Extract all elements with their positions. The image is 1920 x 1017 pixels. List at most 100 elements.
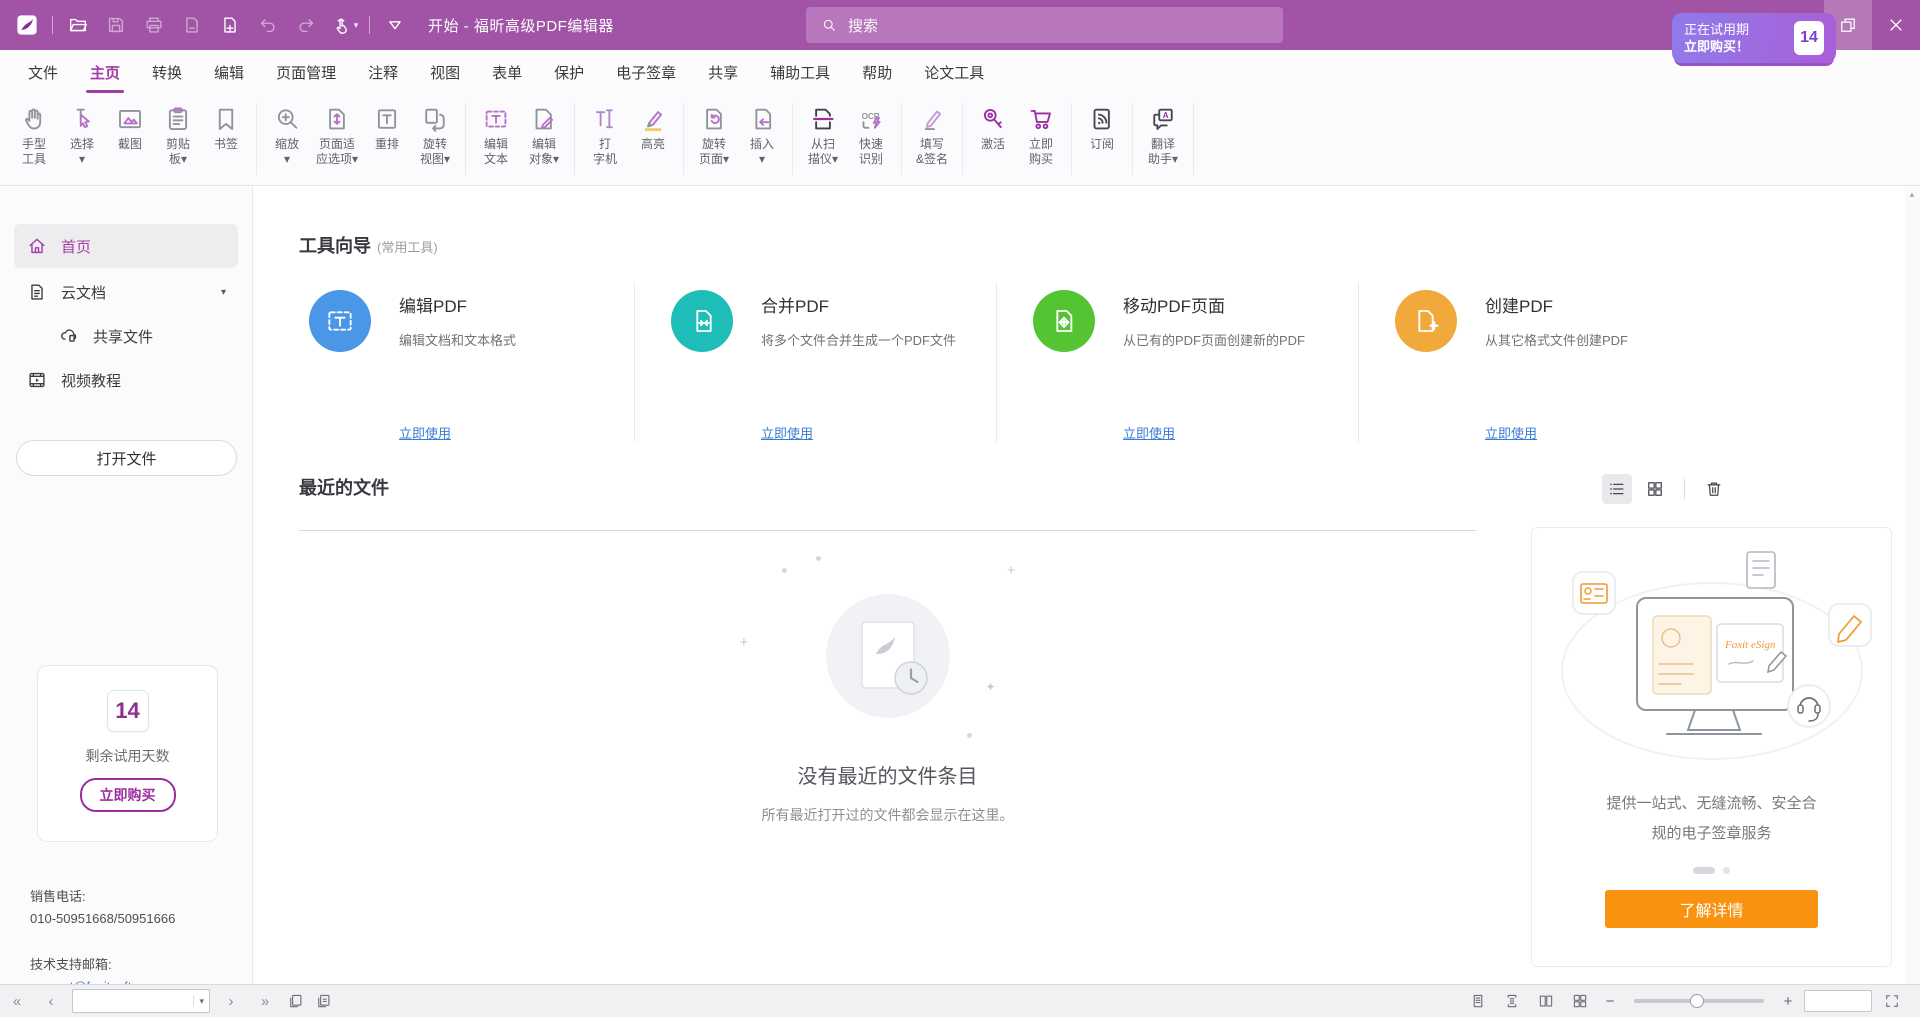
menu-item-paper-tools[interactable]: 论文工具 — [908, 50, 1000, 95]
toolbar-group-8: 订阅 — [1072, 103, 1133, 175]
redo-button[interactable] — [287, 7, 325, 43]
menu-item-page-manage[interactable]: 页面管理 — [260, 50, 352, 95]
previous-page-button[interactable]: ‹ — [34, 993, 68, 1010]
next-page-button[interactable]: › — [214, 993, 248, 1010]
single-page-view-button[interactable] — [1464, 989, 1492, 1013]
last-page-button[interactable]: » — [248, 993, 282, 1010]
carousel-dot[interactable] — [1723, 867, 1730, 874]
zoom-in-button[interactable]: + — [1778, 993, 1798, 1010]
toolbar-from-scanner-button[interactable]: 从扫描仪▾ — [801, 103, 845, 167]
toolbar-reflow-button[interactable]: 重排 — [365, 103, 409, 152]
toolbar-rotate-view-button[interactable]: 旋转视图▾ — [413, 103, 457, 167]
zoom-slider-handle[interactable] — [1690, 994, 1704, 1008]
zoom-out-button[interactable]: − — [1600, 993, 1620, 1010]
edit-object-icon-wrap — [528, 103, 560, 135]
app-logo-icon[interactable] — [10, 7, 44, 43]
learn-more-button[interactable]: 了解详情 — [1605, 890, 1818, 928]
first-page-button[interactable]: « — [0, 993, 34, 1010]
collapse-ribbon-button[interactable] — [376, 7, 414, 43]
menu-item-file[interactable]: 文件 — [12, 50, 74, 95]
zoom-value-box[interactable] — [1804, 990, 1872, 1012]
print-button[interactable] — [135, 7, 173, 43]
toolbar-buy-now-button[interactable]: 立即购买 — [1019, 103, 1063, 167]
continuous-view-button[interactable] — [1498, 989, 1526, 1013]
menu-item-share[interactable]: 共享 — [692, 50, 754, 95]
toolbar-edit-text-button[interactable]: 编辑文本 — [474, 103, 518, 167]
open-file-button[interactable]: 打开文件 — [16, 440, 237, 476]
toolbar-group-4: 旋转页面▾插入▾ — [684, 103, 793, 175]
menu-item-convert[interactable]: 转换 — [136, 50, 198, 95]
sidebar-item-cloud-docs[interactable]: 云文档 ▾ — [14, 270, 238, 314]
sidebar-item-home[interactable]: 首页 — [14, 224, 238, 268]
facing-view-button[interactable] — [1532, 989, 1560, 1013]
page-number-input[interactable] — [73, 992, 193, 1010]
toolbar-edit-object-button[interactable]: 编辑对象▾ — [522, 103, 566, 167]
list-view-button[interactable] — [1602, 474, 1632, 504]
buy-now-button[interactable]: 立即购买 — [80, 778, 176, 812]
toolbar-label-line: 文本 — [484, 152, 508, 167]
undo-button[interactable] — [249, 7, 287, 43]
card-title: 编辑PDF — [399, 292, 516, 317]
edit-pdf-use-now-link[interactable]: 立即使用 — [399, 423, 451, 442]
menu-item-protect[interactable]: 保护 — [538, 50, 600, 95]
menu-item-accessibility[interactable]: 辅助工具 — [754, 50, 846, 95]
card-text: 移动PDF页面从已有的PDF页面创建新的PDF — [1123, 282, 1305, 352]
sidebar-item-shared-files[interactable]: 共享文件 — [14, 316, 238, 356]
carousel-dot-active[interactable] — [1693, 867, 1715, 874]
toolbar-translate-assistant-button[interactable]: A翻译助手▾ — [1141, 103, 1185, 167]
fullscreen-button[interactable] — [1878, 989, 1906, 1013]
menu-item-form[interactable]: 表单 — [476, 50, 538, 95]
toolbar-zoom-button[interactable]: 缩放▾ — [265, 103, 309, 167]
toolbar-subscribe-button[interactable]: 订阅 — [1080, 103, 1124, 152]
toolbar-typewriter-button[interactable]: 打字机 — [583, 103, 627, 167]
sidebar-item-video-tutorials[interactable]: 视频教程 — [14, 358, 238, 402]
toolbar-rotate-pages-button[interactable]: 旋转页面▾ — [692, 103, 736, 167]
page-layout-a-button[interactable] — [282, 989, 310, 1013]
toolbar-highlight-button[interactable]: 高亮 — [631, 103, 675, 152]
sidebar-item-label: 云文档 — [61, 282, 106, 303]
toolbar-fill-sign-button[interactable]: 填写&签名 — [910, 103, 954, 167]
rotate-pages-icon-wrap — [698, 103, 730, 135]
esign-promo-panel: Foxit eSign — [1531, 527, 1892, 967]
close-button[interactable] — [1872, 0, 1920, 50]
menu-item-edit[interactable]: 编辑 — [198, 50, 260, 95]
menu-item-comment[interactable]: 注释 — [352, 50, 414, 95]
grid-view-button[interactable] — [1640, 474, 1670, 504]
page-box-caret-icon[interactable]: ▾ — [193, 996, 209, 1007]
search-input[interactable]: 搜索 — [806, 7, 1283, 43]
toolbar-quick-ocr-button[interactable]: OCR快速识别 — [849, 103, 893, 167]
facing-continuous-view-button[interactable] — [1566, 989, 1594, 1013]
toolbar-bookmark-button[interactable]: 书签 — [204, 103, 248, 152]
scroll-up-arrow-icon[interactable]: ▲ — [1908, 190, 1916, 199]
save-button[interactable] — [97, 7, 135, 43]
page-layout-b-button[interactable] — [310, 989, 338, 1013]
toolbar-select-tool-button[interactable]: 选择▾ — [60, 103, 104, 167]
toolbar-activate-button[interactable]: 激活 — [971, 103, 1015, 152]
trial-purchase-badge[interactable]: 正在试用期 立即购买！ 14 — [1672, 13, 1836, 63]
move-pdf-pages-use-now-link[interactable]: 立即使用 — [1123, 423, 1175, 442]
statusbar: « ‹ ▾ › » − + — [0, 984, 1920, 1017]
menu-item-help[interactable]: 帮助 — [846, 50, 908, 95]
toolbar-hand-tool-button[interactable]: 手型工具 — [12, 103, 56, 167]
content-scrollbar[interactable]: ▲ — [1905, 186, 1920, 984]
zoom-slider[interactable] — [1634, 999, 1764, 1003]
toolbar-page-fit-options-button[interactable]: 页面适应选项▾ — [313, 103, 361, 167]
create-pdf-use-now-link[interactable]: 立即使用 — [1485, 423, 1537, 442]
cloud-docs-caret-icon[interactable]: ▾ — [221, 287, 226, 298]
delete-page-button[interactable] — [173, 7, 211, 43]
touch-mode-caret-icon[interactable]: ▾ — [354, 20, 359, 31]
recent-divider — [299, 530, 1476, 531]
toolbar-clipboard-button[interactable]: 剪贴板▾ — [156, 103, 200, 167]
touch-mode-button[interactable]: ▾ — [325, 7, 363, 43]
add-page-button[interactable] — [211, 7, 249, 43]
menu-item-esign[interactable]: 电子签章 — [600, 50, 692, 95]
snapshot-icon-wrap — [114, 103, 146, 135]
insert-page-icon-wrap — [746, 103, 778, 135]
open-file-button[interactable] — [59, 7, 97, 43]
clear-recent-button[interactable] — [1699, 474, 1729, 504]
toolbar-insert-page-button[interactable]: 插入▾ — [740, 103, 784, 167]
menu-item-view[interactable]: 视图 — [414, 50, 476, 95]
menu-item-home[interactable]: 主页 — [74, 50, 136, 95]
merge-pdf-use-now-link[interactable]: 立即使用 — [761, 423, 813, 442]
toolbar-snapshot-button[interactable]: 截图 — [108, 103, 152, 152]
